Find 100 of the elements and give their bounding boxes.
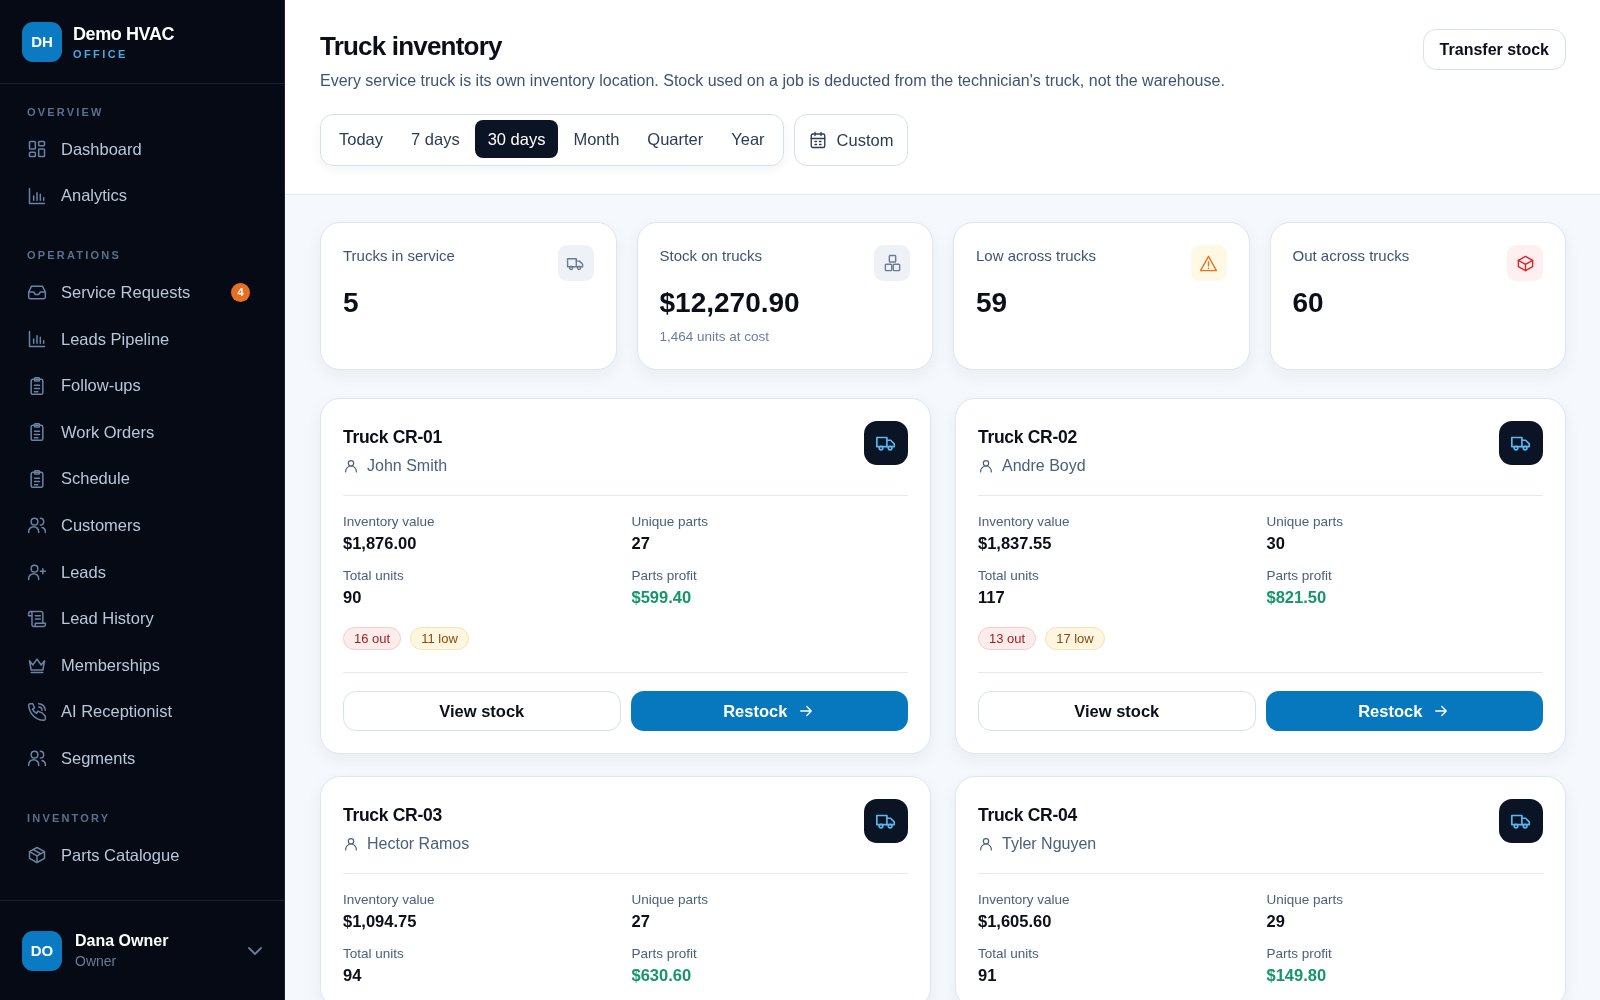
page-description: Every service truck is its own inventory location. Stock used on a job is deducted from the technician's truck, not the warehouse.: [320, 72, 1225, 90]
brand-name: Demo HVAC: [73, 23, 175, 45]
stat-value: $12,270.90: [659, 287, 801, 319]
stat-label: Out across trucks: [1292, 247, 1410, 264]
driver-name: Andre Boyd: [1002, 457, 1086, 475]
nav-item[interactable]: Analytics: [0, 172, 284, 220]
nav-item[interactable]: Leads Pipeline: [0, 315, 284, 363]
users-icon: [27, 515, 47, 536]
field-label: Unique parts: [1266, 892, 1345, 907]
phone-icon: [27, 701, 47, 722]
field-value: 90: [343, 588, 363, 607]
truck-name: Truck CR-04: [978, 805, 1078, 826]
box-icon: [27, 845, 47, 865]
field-value: 91: [978, 966, 998, 985]
field-value: $821.50: [1266, 588, 1328, 607]
stat-label: Trucks in service: [343, 247, 455, 264]
field-label: Total units: [343, 568, 405, 583]
field-value: $1,094.75: [343, 912, 418, 931]
truck-icon-tile[interactable]: [1499, 799, 1543, 843]
truck-icon-tile[interactable]: [1499, 421, 1543, 465]
stat-value: 5: [343, 287, 360, 319]
field-value: 117: [978, 588, 1006, 607]
field-value: 27: [631, 912, 651, 931]
stat-label: Stock on trucks: [659, 247, 763, 264]
truck-name: Truck CR-01: [343, 427, 443, 448]
nav-item[interactable]: Schedule: [0, 455, 284, 503]
field-label: Inventory value: [978, 892, 1071, 907]
range-tab[interactable]: Year: [718, 120, 778, 158]
field-label: Inventory value: [343, 514, 436, 529]
driver-name: John Smith: [367, 457, 448, 475]
nav-item[interactable]: Follow-ups: [0, 362, 284, 409]
field-value: $1,876.00: [343, 534, 418, 553]
boxes-icon: [882, 253, 902, 273]
clipboard-icon: [27, 375, 47, 396]
clipboard-icon: [27, 468, 47, 489]
nav-item[interactable]: Work Orders: [0, 408, 284, 456]
bar-chart-icon: [27, 329, 47, 350]
custom-range-button[interactable]: Custom: [793, 114, 909, 166]
stock-tag: 17 low: [1045, 627, 1105, 650]
field-label: Parts profit: [631, 946, 698, 961]
truck-icon-tile[interactable]: [864, 799, 908, 843]
range-tab[interactable]: Today: [326, 120, 397, 158]
restock-button[interactable]: Restock: [1265, 691, 1543, 731]
field-label: Inventory value: [343, 892, 436, 907]
user-icon: [978, 836, 994, 852]
user-plus-icon: [27, 562, 47, 583]
stock-tag: 11 low: [410, 627, 469, 650]
field-value: $630.60: [631, 966, 693, 985]
driver-name: Hector Ramos: [367, 835, 470, 853]
field-label: Total units: [343, 946, 405, 961]
range-tab[interactable]: Month: [560, 120, 633, 158]
stat-label: Low across trucks: [976, 247, 1097, 264]
nav-item[interactable]: Memberships: [0, 641, 284, 689]
driver-name: Tyler Nguyen: [1002, 835, 1097, 853]
field-label: Unique parts: [1266, 514, 1345, 529]
range-tab[interactable]: 7 days: [398, 120, 473, 158]
field-value: $599.40: [631, 588, 693, 607]
nav-item[interactable]: Dashboard: [0, 126, 284, 173]
field-value: $149.80: [1266, 966, 1328, 985]
field-value: 30: [1266, 534, 1286, 553]
field-value: 29: [1266, 912, 1286, 931]
nav-item[interactable]: Lead History: [0, 595, 284, 642]
truck-name: Truck CR-02: [978, 427, 1078, 448]
bar-chart-icon: [27, 185, 47, 206]
field-label: Unique parts: [631, 514, 710, 529]
field-label: Total units: [978, 946, 1040, 961]
brand-subtitle: OFFICE: [73, 47, 129, 60]
field-label: Parts profit: [1266, 946, 1333, 961]
field-label: Parts profit: [631, 568, 698, 583]
user-icon: [343, 836, 359, 852]
nav-item[interactable]: AI Receptionist: [0, 688, 284, 736]
stat-note: 1,464 units at cost: [659, 329, 771, 344]
nav-item[interactable]: Service Requests 4: [0, 269, 284, 316]
view-stock-button[interactable]: View stock: [343, 691, 621, 731]
user-icon: [978, 458, 994, 474]
count-badge: 4: [231, 283, 250, 302]
logo-avatar: DH: [22, 21, 62, 62]
nav-item[interactable]: Leads: [0, 548, 284, 596]
range-tab[interactable]: Quarter: [634, 120, 717, 158]
section-title: OVERVIEW: [26, 105, 105, 120]
page-title: Truck inventory: [320, 31, 503, 62]
grid-icon: [27, 139, 47, 160]
clipboard-icon: [27, 422, 47, 443]
user-icon: [343, 458, 359, 474]
field-label: Inventory value: [978, 514, 1071, 529]
truck-icon-tile[interactable]: [864, 421, 908, 465]
transfer-stock-button[interactable]: Transfer stock: [1422, 29, 1566, 70]
section-title: INVENTORY: [26, 810, 112, 826]
range-tab[interactable]: 30 days: [474, 120, 559, 158]
stock-tag: 16 out: [343, 627, 402, 650]
section-title: OPERATIONS: [26, 248, 122, 264]
nav-item[interactable]: Segments: [0, 735, 284, 782]
field-label: Unique parts: [631, 892, 710, 907]
restock-button[interactable]: Restock: [630, 691, 908, 731]
nav-item[interactable]: Parts Catalogue: [0, 831, 284, 879]
field-value: 27: [631, 534, 651, 553]
view-stock-button[interactable]: View stock: [978, 691, 1256, 731]
nav-item[interactable]: Customers: [0, 502, 284, 549]
stat-value: 59: [976, 287, 1009, 319]
field-label: Total units: [978, 568, 1040, 583]
